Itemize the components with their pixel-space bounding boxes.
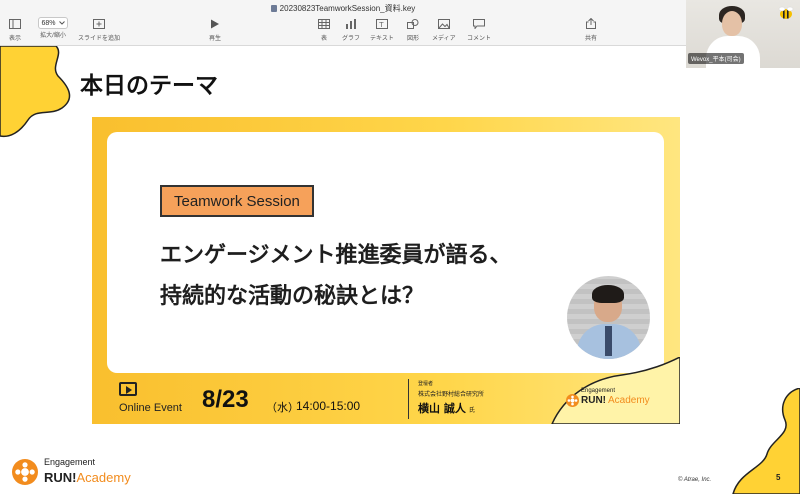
participant-face [722, 11, 742, 36]
copyright-text: © Atrae, Inc. [678, 477, 712, 483]
footer-divider [408, 379, 409, 419]
shape-button[interactable]: 図形 [406, 17, 420, 42]
speaker-honorific: 氏 [468, 407, 475, 414]
participant-name-label: Wevox_平本(司会) [688, 53, 744, 64]
sidebar-icon [8, 17, 22, 30]
bee-logo-icon [778, 6, 794, 19]
add-slide-icon [92, 17, 106, 30]
card-brand-logo: Engagement RUN! Academy [566, 388, 650, 407]
chevron-down-icon [58, 21, 65, 25]
comment-icon [472, 17, 486, 30]
speaker-photo-tie [605, 326, 612, 356]
svg-text:T: T [378, 21, 384, 29]
video-play-icon [119, 382, 137, 396]
video-tile[interactable]: Wevox_平本(司会) [686, 0, 800, 68]
flower-logo-icon [12, 458, 38, 485]
chart-icon [344, 17, 358, 30]
speaker-organization: 株式会社野村総合研究所 [418, 391, 485, 398]
event-weekday: （水） [266, 401, 299, 414]
view-button[interactable]: 表示 [8, 17, 22, 42]
event-card[interactable]: Teamwork Session エンゲージメント推進委員が語る、 持続的な活動… [92, 117, 680, 424]
yellow-blob-top-left [0, 46, 71, 138]
speaker-name: 横山 誠人氏 [418, 402, 475, 415]
share-button[interactable]: 共有 [584, 17, 598, 42]
play-button[interactable]: 再生 [208, 17, 222, 42]
event-time: 14:00-15:00 [296, 399, 361, 413]
window-title: 20230823TeamworkSession_資料.key [0, 3, 686, 14]
comment-button[interactable]: コメント [467, 17, 491, 42]
document-icon [270, 5, 277, 12]
keynote-toolbar: 20230823TeamworkSession_資料.key 表示 68% 拡大… [0, 0, 686, 46]
share-icon [584, 17, 598, 30]
headline-line-1: エンゲージメント推進委員が語る、 [160, 243, 512, 268]
event-card-body: Teamwork Session エンゲージメント推進委員が語る、 持続的な活動… [107, 132, 664, 373]
media-button[interactable]: メディア [432, 17, 456, 42]
speaker-photo-hair [592, 285, 624, 303]
headline-line-2: 持続的な活動の秘訣とは？ [160, 284, 425, 309]
image-icon [437, 17, 451, 30]
add-slide-button[interactable]: スライドを追加 [78, 17, 120, 42]
chart-button[interactable]: グラフ [342, 17, 360, 42]
slide-brand-logo: Engagement RUN!Academy [12, 457, 131, 486]
flower-logo-icon [566, 394, 579, 407]
play-icon [208, 17, 222, 30]
event-headline: エンゲージメント推進委員が語る、 持続的な活動の秘訣とは？ [160, 235, 512, 317]
text-box-icon: T [375, 17, 389, 30]
event-footer: Online Event 8/23 （水） 14:00-15:00 登壇者 株式… [92, 373, 680, 424]
slide-page-number: 5 [776, 473, 781, 482]
speaker-role: 登壇者 [418, 381, 434, 387]
event-date: 8/23 [202, 386, 249, 413]
yellow-blob-bottom-right [732, 388, 800, 494]
table-button[interactable]: 表 [317, 17, 331, 42]
zoom-control[interactable]: 68% 拡大/縮小 [38, 17, 68, 39]
speaker-photo [567, 276, 650, 359]
text-button[interactable]: T テキスト [370, 17, 394, 42]
zoom-dropdown[interactable]: 68% [38, 17, 68, 29]
event-type-label: Online Event [119, 402, 182, 414]
slide-title: 本日のテーマ [80, 73, 218, 99]
table-icon [317, 17, 331, 30]
session-badge: Teamwork Session [160, 185, 314, 217]
shape-icon [406, 17, 420, 30]
